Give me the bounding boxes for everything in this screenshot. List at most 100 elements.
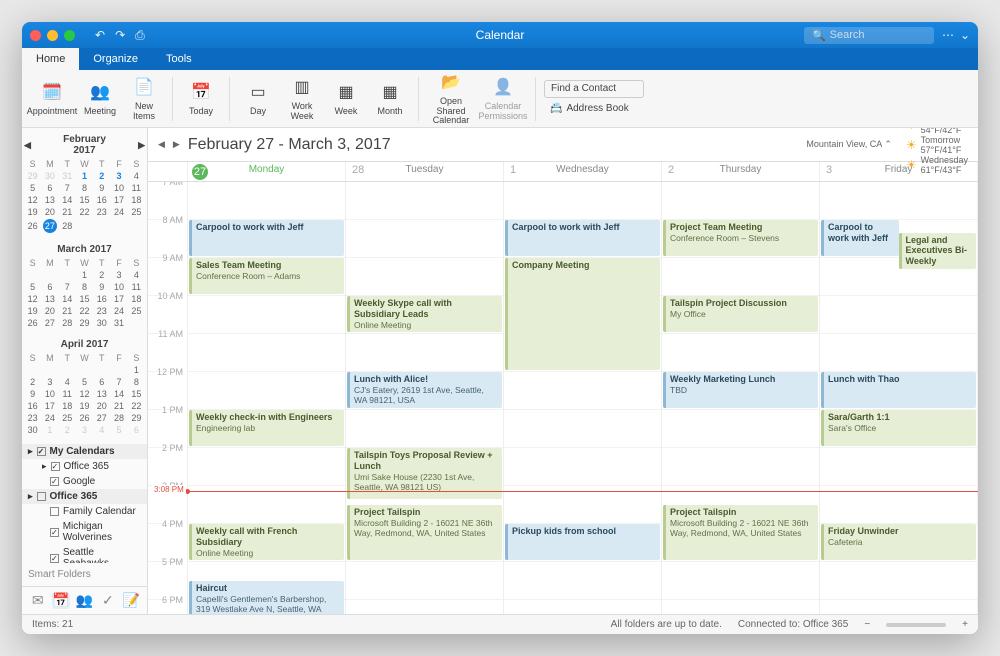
today-button[interactable]: 📅Today (181, 81, 221, 117)
zoom-in-button[interactable]: + (962, 619, 968, 630)
day-column[interactable]: Weekly Skype call with Subsidiary LeadsO… (346, 182, 504, 614)
week-button[interactable]: ▦Week (326, 81, 366, 117)
tab-organize[interactable]: Organize (79, 48, 152, 70)
calendar-event[interactable]: Tailspin Project DiscussionMy Office (663, 296, 818, 332)
calendar-event[interactable]: Lunch with Alice!CJ's Eatery, 2619 1st A… (347, 372, 502, 408)
sync-status: All folders are up to date. (611, 619, 722, 630)
day-header[interactable]: 28Tuesday (346, 162, 504, 181)
next-week-button[interactable]: ▶ (173, 139, 180, 150)
calendar-event[interactable]: Lunch with Thao (821, 372, 976, 408)
help-icon[interactable]: ⋯ (942, 28, 954, 42)
mail-icon[interactable]: ✉ (29, 592, 47, 609)
print-icon[interactable]: ⎙ (135, 28, 145, 43)
mini-calendar[interactable]: April 2017SMTWTFS12345678910111213141516… (22, 333, 147, 440)
month-icon: ▦ (378, 81, 402, 105)
tasks-icon[interactable]: ✓ (99, 592, 117, 609)
titlebar: ↶ ↷ ⎙ Calendar 🔍 Search ⋯ ⌄ (22, 22, 978, 48)
calendar-event[interactable]: Sales Team MeetingConference Room – Adam… (189, 258, 344, 294)
notes-icon[interactable]: 📝 (122, 592, 140, 609)
tab-tools[interactable]: Tools (152, 48, 206, 70)
calendar-icon[interactable]: 📅 (52, 592, 70, 609)
maximize-button[interactable] (64, 30, 75, 41)
time-gutter: 7 AM8 AM9 AM10 AM11 AM12 PM1 PM2 PM3 PM4… (148, 182, 188, 614)
calendar-event[interactable]: Project Team MeetingConference Room – St… (663, 220, 818, 256)
calendar-event[interactable]: Weekly check-in with EngineersEngineerin… (189, 410, 344, 446)
prev-week-button[interactable]: ◀ (158, 139, 165, 150)
calendar-event[interactable]: Project TailspinMicrosoft Building 2 - 1… (347, 505, 502, 560)
calendar-main: ◀ ▶ February 27 - March 3, 2017 Mountain… (148, 128, 978, 614)
day-header[interactable]: 3Friday (820, 162, 978, 181)
mini-calendar[interactable]: ◀February 2017▶SMTWTFS293031123456789101… (22, 128, 147, 238)
day-header[interactable]: 2Thursday (662, 162, 820, 181)
day-header[interactable]: 1Wednesday (504, 162, 662, 181)
calendar-event[interactable]: Legal and Executives Bi-WeeklyConference… (899, 233, 977, 269)
tree-item[interactable]: ▸Office 365 (22, 459, 147, 474)
address-book-button[interactable]: 📇Address Book (544, 100, 644, 118)
calendar-event[interactable]: Weekly Marketing LunchTBD (663, 372, 818, 408)
smart-folders[interactable]: Smart Folders (22, 563, 147, 586)
tab-home[interactable]: Home (22, 48, 79, 70)
find-contact-input[interactable]: Find a Contact (544, 80, 644, 98)
new-items-icon: 📄 (132, 76, 156, 100)
status-bar: Items: 21 All folders are up to date. Co… (22, 614, 978, 634)
calendar-event[interactable]: Weekly Skype call with Subsidiary LeadsO… (347, 296, 502, 332)
undo-icon[interactable]: ↶ (95, 28, 105, 43)
redo-icon[interactable]: ↷ (115, 28, 125, 43)
day-column[interactable]: Carpool to work with JeffCompany Meeting… (504, 182, 662, 614)
chevron-down-icon[interactable]: ⌄ (960, 28, 970, 42)
location-label[interactable]: Mountain View, CA ⌃ (806, 139, 891, 150)
day-column[interactable]: Carpool to work with JeffSales Team Meet… (188, 182, 346, 614)
day-column[interactable]: Project Team MeetingConference Room – St… (662, 182, 820, 614)
mini-calendar[interactable]: March 2017SMTWTFS12345678910111213141516… (22, 238, 147, 333)
permissions-button[interactable]: 👤Calendar Permissions (479, 76, 527, 122)
outlook-window: ↶ ↷ ⎙ Calendar 🔍 Search ⋯ ⌄ HomeOrganize… (22, 22, 978, 634)
calendar-event[interactable]: Project TailspinMicrosoft Building 2 - 1… (663, 505, 818, 560)
tree-item[interactable]: Google (22, 474, 147, 489)
calendar-event[interactable]: Carpool to work with Jeff (505, 220, 660, 256)
sidebar: ◀February 2017▶SMTWTFS293031123456789101… (22, 128, 148, 614)
tree-item[interactable]: ▸Office 365 (22, 489, 147, 504)
zoom-slider[interactable] (886, 623, 946, 627)
people-icon[interactable]: 👥 (75, 592, 93, 609)
calendar-event[interactable]: HaircutCapelli's Gentlemen's Barbershop,… (189, 581, 344, 614)
quick-access: ↶ ↷ ⎙ (95, 28, 145, 43)
calendar-event[interactable]: Company Meeting (505, 258, 660, 370)
calendar-tree: ▸My Calendars▸Office 365Google▸Office 36… (22, 440, 147, 563)
calendar-event[interactable]: Friday UnwinderCafeteria (821, 524, 976, 560)
tree-item[interactable]: ▸My Calendars (22, 444, 147, 459)
address-book-icon: 📇 (550, 103, 562, 114)
day-header[interactable]: 27Monday (188, 162, 346, 181)
zoom-out-button[interactable]: − (864, 619, 870, 630)
minimize-button[interactable] (47, 30, 58, 41)
day-column[interactable]: Carpool to work with JeffLegal and Execu… (820, 182, 978, 614)
search-input[interactable]: 🔍 Search (804, 27, 934, 44)
calendar-event[interactable]: Sara/Garth 1:1Sara's Office (821, 410, 976, 446)
meeting-button[interactable]: 👥Meeting (80, 81, 120, 117)
calendar-grid[interactable]: 7 AM8 AM9 AM10 AM11 AM12 PM1 PM2 PM3 PM4… (148, 182, 978, 614)
calendar-event[interactable]: Pickup kids from school (505, 524, 660, 560)
window-controls (30, 30, 75, 41)
new-items-button[interactable]: 📄New Items (124, 76, 164, 122)
tree-item[interactable]: Family Calendar (22, 504, 147, 519)
work-week-button[interactable]: ▥Work Week (282, 76, 322, 122)
tree-item[interactable]: Michigan Wolverines (22, 519, 147, 545)
calendar-event[interactable]: Carpool to work with Jeff (821, 220, 899, 256)
weather-item[interactable]: ☀Tomorrow57°F/41°F (906, 135, 968, 155)
item-count: Items: 21 (32, 619, 73, 630)
appointment-button[interactable]: 🗓️Appointment (28, 81, 76, 117)
close-button[interactable] (30, 30, 41, 41)
meeting-icon: 👥 (88, 81, 112, 105)
tree-item[interactable]: Seattle Seahawks (22, 545, 147, 563)
week-icon: ▦ (334, 81, 358, 105)
now-indicator: 3:08 PM (188, 491, 978, 492)
calendar-event[interactable]: Weekly call with French SubsidiaryOnline… (189, 524, 344, 560)
ribbon: 🗓️Appointment 👥Meeting 📄New Items 📅Today… (22, 70, 978, 128)
date-range: February 27 - March 3, 2017 (188, 136, 391, 154)
open-shared-button[interactable]: 📂Open Shared Calendar (427, 71, 475, 127)
connection-status: Connected to: Office 365 (738, 619, 848, 630)
day-view-button[interactable]: ▭Day (238, 81, 278, 117)
search-icon: 🔍 (812, 29, 826, 42)
appointment-icon: 🗓️ (40, 81, 64, 105)
calendar-event[interactable]: Carpool to work with Jeff (189, 220, 344, 256)
month-button[interactable]: ▦Month (370, 81, 410, 117)
